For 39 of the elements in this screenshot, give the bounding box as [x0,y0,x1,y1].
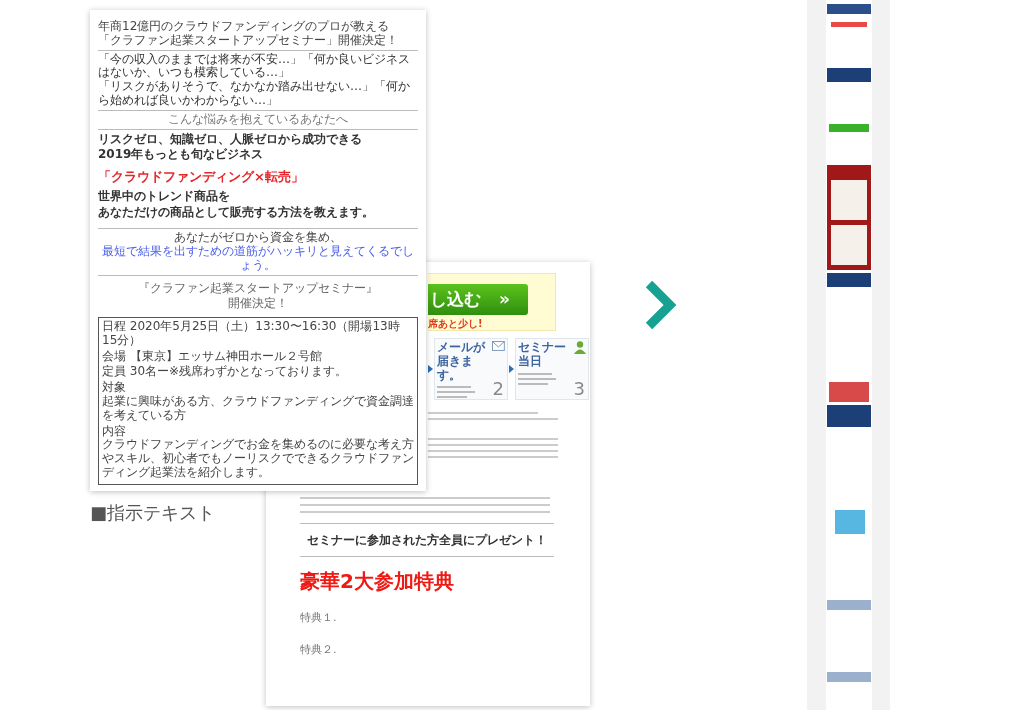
closing-text: あなたがゼロから資金を集め、 [173,231,343,245]
urgency-note: 席あと少し! [428,319,484,329]
detail-text: 会場 【東京】エッサム神田ホール２号館 [102,349,323,364]
pitch-text: あなただけの商品として販売する方法を教えます。 [98,204,375,221]
gift-title: 豪華2大参加特典 [300,568,455,595]
pitch-text: 世界中のトレンド商品を [98,189,231,205]
detail-text: 定員 30名ー※残席わずかとなっております。 [102,365,349,380]
envelope-icon [492,341,505,351]
seminar-title: 開催決定！ [227,296,289,313]
arrow-right-icon [509,365,514,373]
arrow-right-icon [428,365,433,373]
text-lines-drawing [437,384,477,401]
text-lines-drawing [518,370,558,387]
detail-text: クラウドファンディングでお金を集めるのに必要な考え方やスキル、初心者でもノーリスクでできるクラウドファンディング起業法を紹介します。 [102,438,414,480]
detail-text: 内容 [102,424,127,439]
step-number: 3 [573,380,585,398]
caption-text: ■指示テキスト [90,500,216,525]
gift-heading: セミナーに参加された方全員にプレゼント！ [300,523,554,557]
worry-text: 「リスクがありそうで、なかなか踏み出せない…」「何から始めれば良いかわからない…」 [98,80,411,108]
step-title: メールが届きます。 [437,341,487,383]
detail-text: 対象 [102,381,127,395]
headline-text: 2019年もっとも旬なビジネス [98,147,265,163]
intro-text: 「クラファン起業スタートアップセミナー」開催決定！ [98,33,399,48]
worries-caption: こんな悩みを抱えているあなたへ [167,112,349,127]
detail-text: 日程 2020年5月25日（土）13:30〜16:30（開場13時15分） [102,320,401,348]
intro-text: 年商12億円のクラウドファンディングのプロが教える [98,20,391,34]
gift-item: 特典１. [300,610,338,626]
person-icon [574,341,586,354]
step-title: セミナー当日 [518,341,567,369]
gift-item: 特典２. [300,641,338,658]
headline-text: リスクゼロ、知識ゼロ、人脈ゼロから成功できる [98,131,363,148]
seminar-title: 『クラファン起業スタートアップセミナー』 [137,280,379,297]
detail-text: 起業に興味がある方、クラウドファンディングで資金調達を考えている方 [102,395,414,423]
step-number: 2 [492,380,504,398]
highlight-text: 「クラウドファンディング×転売」 [98,167,305,186]
apply-button[interactable]: し込む » [428,284,528,315]
closing-highlight-text: 最短で結果を出すための道筋がハッキリと見えてくるでしょう。 [101,245,415,273]
worry-text: 「今の収入のままでは将来が不安…」「何か良いビジネスはないか、いつも模索している…」 [98,52,411,80]
chevron-right-icon [643,280,677,330]
